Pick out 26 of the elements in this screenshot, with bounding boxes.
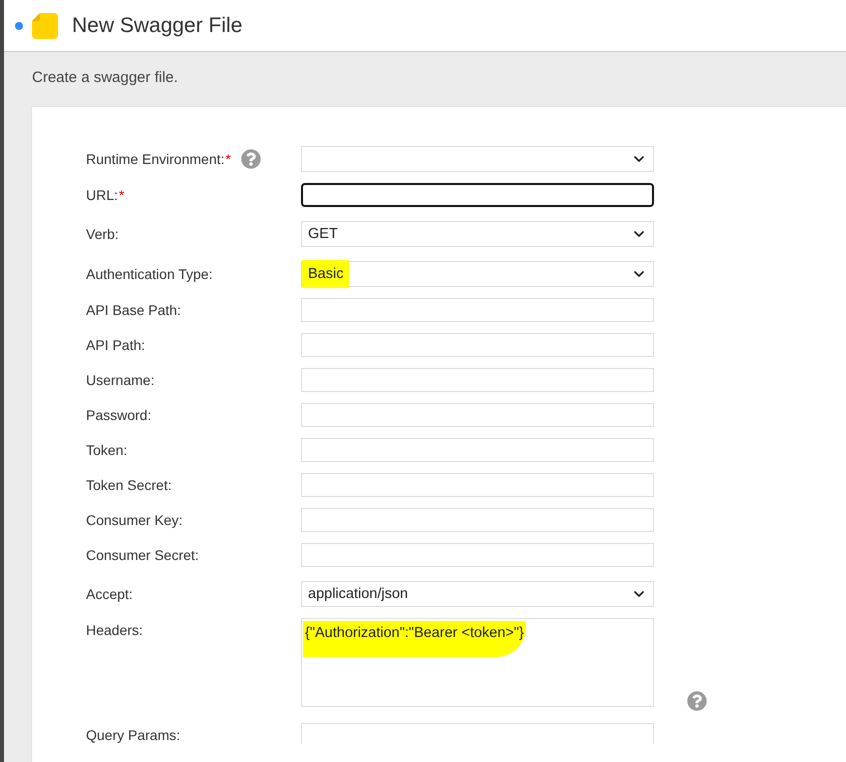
text-area[interactable]: {"Authorization":"Bearer <token>"} <box>301 618 654 707</box>
field-label: Runtime Environment:* <box>86 150 231 169</box>
field-label: Verb: <box>86 225 119 244</box>
window-title: New Swagger File <box>72 12 242 38</box>
dropdown[interactable] <box>301 146 654 172</box>
description-text: Create a swagger file. <box>32 68 178 88</box>
dropdown[interactable]: application/json <box>301 581 654 607</box>
help-icon[interactable] <box>240 149 261 169</box>
field-label: API Path: <box>86 336 146 355</box>
dropdown[interactable]: GET <box>301 221 654 247</box>
input-field[interactable] <box>301 183 654 207</box>
dropdown[interactable]: Basic <box>301 261 654 287</box>
field-label: Username: <box>86 371 154 390</box>
field-label: API Base Path: <box>86 301 181 320</box>
file-icon <box>32 12 58 38</box>
field-label: URL:* <box>86 186 124 205</box>
field-label: Query Params: <box>86 726 180 744</box>
field-label: Password: <box>86 406 152 425</box>
help-icon[interactable] <box>687 691 707 711</box>
field-label: Token: <box>86 441 128 460</box>
field-label: Accept: <box>86 585 133 604</box>
field-label: Consumer Secret: <box>86 546 199 565</box>
field-label: Token Secret: <box>86 476 172 495</box>
field-label: Consumer Key: <box>86 511 182 530</box>
field-label: Headers: <box>86 621 143 640</box>
field-label: Authentication Type: <box>86 265 213 284</box>
